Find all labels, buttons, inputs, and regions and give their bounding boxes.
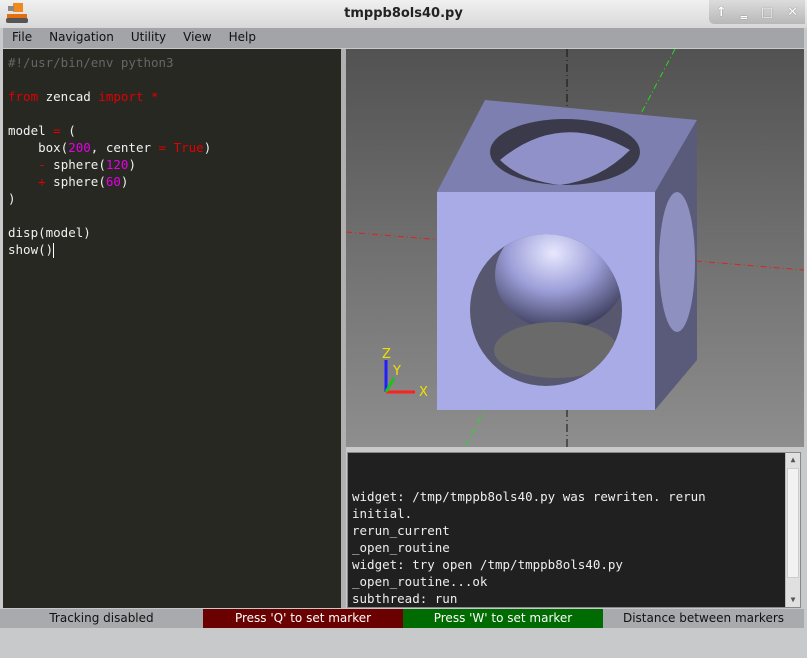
distance-status: Distance between markers xyxy=(603,609,804,628)
console-line: initial. xyxy=(352,506,413,521)
model-cube xyxy=(437,100,697,410)
code-line: + sphere(60) xyxy=(38,174,129,189)
tracking-status: Tracking disabled xyxy=(0,609,203,628)
axis-label-z: Z xyxy=(382,347,391,362)
close-icon[interactable]: ✕ xyxy=(787,5,798,20)
marker-w-status: Press 'W' to set marker xyxy=(403,609,603,628)
3d-viewer[interactable]: Z Y X xyxy=(346,49,804,447)
keep-above-icon[interactable]: ↑ xyxy=(716,5,727,20)
console-line: rerun_current xyxy=(352,523,450,538)
menu-help[interactable]: Help xyxy=(220,28,264,48)
menu-view[interactable]: View xyxy=(174,28,219,48)
code-line: #!/usr/bin/env python3 xyxy=(8,55,174,70)
menu-file[interactable]: File xyxy=(3,28,40,48)
console-line: widget: try open /tmp/tmppb8ols40.py xyxy=(352,557,623,572)
scroll-down-icon[interactable]: ▼ xyxy=(786,593,800,607)
console-line: widget: /tmp/tmppb8ols40.py was rewriten… xyxy=(352,489,706,504)
console-line: _open_routine...ok xyxy=(352,574,488,589)
console-output: widget: /tmp/tmppb8ols40.py was rewriten… xyxy=(347,452,801,623)
code-line: ) xyxy=(8,191,16,206)
maximize-icon[interactable]: □ xyxy=(761,5,773,20)
menu-navigation[interactable]: Navigation xyxy=(40,28,122,48)
minimize-icon[interactable]: ‗ xyxy=(741,5,748,20)
code-line: disp(model) xyxy=(8,225,91,240)
code-line: from zencad import * xyxy=(8,89,159,104)
window-title: tmppb8ols40.py xyxy=(344,6,463,21)
console-scrollbar[interactable]: ▲ ▼ xyxy=(785,453,800,607)
menu-utility[interactable]: Utility xyxy=(122,28,174,48)
scroll-up-icon[interactable]: ▲ xyxy=(786,453,800,467)
code-line: - sphere(120) xyxy=(38,157,136,172)
console-line: subthread: run xyxy=(352,591,458,606)
menu-bar: File Navigation Utility View Help xyxy=(3,28,804,48)
axis-label-y: Y xyxy=(392,364,401,379)
marker-q-status: Press 'Q' to set marker xyxy=(203,609,403,628)
code-line: show() xyxy=(8,242,55,258)
text-cursor xyxy=(53,243,55,258)
console-line: _open_routine xyxy=(352,540,450,555)
code-editor[interactable]: #!/usr/bin/env python3 from zencad impor… xyxy=(3,49,341,608)
axis-label-x: X xyxy=(419,385,428,400)
title-bar: tmppb8ols40.py ↑ ‗ □ ✕ xyxy=(0,0,807,28)
code-line: model = ( xyxy=(8,123,76,138)
scrollbar-thumb[interactable] xyxy=(787,468,799,578)
code-line: box(200, center = True) xyxy=(8,140,212,155)
status-bar: Tracking disabled Press 'Q' to set marke… xyxy=(0,609,804,628)
